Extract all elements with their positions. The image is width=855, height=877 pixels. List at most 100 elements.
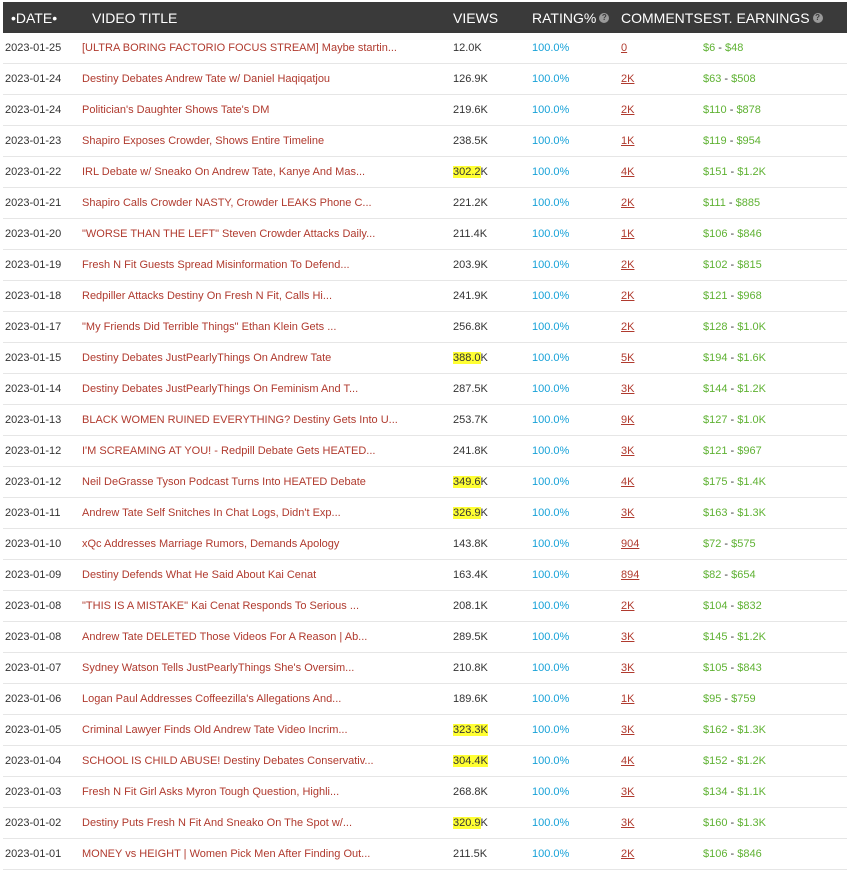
row-comments: 3K (617, 507, 703, 519)
video-title-link[interactable]: Andrew Tate DELETED Those Videos For A R… (80, 631, 448, 643)
comments-link[interactable]: 2K (621, 290, 634, 302)
views-value: 238.5K (453, 135, 488, 147)
comments-link[interactable]: 2K (621, 600, 634, 612)
comments-link[interactable]: 3K (621, 817, 634, 829)
comments-link[interactable]: 2K (621, 197, 634, 209)
video-title-link[interactable]: MONEY vs HEIGHT | Women Pick Men After F… (80, 848, 448, 860)
rating-column-header[interactable]: RATING%? (528, 10, 617, 26)
row-earnings: $95 - $759 (703, 693, 847, 705)
comments-link[interactable]: 4K (621, 476, 634, 488)
video-title-link[interactable]: "My Friends Did Terrible Things" Ethan K… (80, 321, 448, 333)
row-comments: 3K (617, 383, 703, 395)
video-title-link[interactable]: Destiny Defends What He Said About Kai C… (80, 569, 448, 581)
comments-link[interactable]: 904 (621, 538, 639, 550)
views-value: 221.2K (453, 197, 488, 209)
video-title-link[interactable]: Redpiller Attacks Destiny On Fresh N Fit… (80, 290, 448, 302)
help-icon[interactable]: ? (812, 12, 823, 23)
comments-link[interactable]: 3K (621, 786, 634, 798)
video-title-link[interactable]: BLACK WOMEN RUINED EVERYTHING? Destiny G… (80, 414, 448, 426)
comments-link[interactable]: 3K (621, 724, 634, 736)
video-title-link[interactable]: Logan Paul Addresses Coffeezilla's Alleg… (80, 693, 448, 705)
earnings-high: $832 (737, 600, 762, 612)
video-title-link[interactable]: I'M SCREAMING AT YOU! - Redpill Debate G… (80, 445, 448, 457)
comments-link[interactable]: 2K (621, 321, 634, 333)
video-title-link[interactable]: SCHOOL IS CHILD ABUSE! Destiny Debates C… (80, 755, 448, 767)
video-title-link[interactable]: Criminal Lawyer Finds Old Andrew Tate Vi… (80, 724, 448, 736)
comments-link[interactable]: 3K (621, 383, 634, 395)
row-date: 2023-01-18 (5, 290, 62, 302)
row-earnings: $194 - $1.6K (703, 352, 847, 364)
video-title-link[interactable]: Shapiro Exposes Crowder, Shows Entire Ti… (80, 135, 448, 147)
comments-link[interactable]: 1K (621, 228, 634, 240)
earnings-separator: - (727, 600, 738, 612)
video-title-link[interactable]: IRL Debate w/ Sneako On Andrew Tate, Kan… (80, 166, 448, 178)
table-row: 2023-01-13 BLACK WOMEN RUINED EVERYTHING?… (3, 405, 847, 436)
comments-link[interactable]: 2K (621, 848, 634, 860)
comments-link[interactable]: 3K (621, 631, 634, 643)
title-column-header[interactable]: VIDEO TITLE (80, 10, 448, 26)
earnings-high: $967 (737, 445, 762, 457)
video-title-link[interactable]: Fresh N Fit Girl Asks Myron Tough Questi… (80, 786, 448, 798)
comments-link[interactable]: 2K (621, 104, 634, 116)
table-row: 2023-01-04 SCHOOL IS CHILD ABUSE! Destiny… (3, 746, 847, 777)
row-comments: 2K (617, 73, 703, 85)
video-title-link[interactable]: Sydney Watson Tells JustPearlyThings She… (80, 662, 448, 674)
row-views: 126.9K (448, 73, 528, 85)
comments-link[interactable]: 2K (621, 73, 634, 85)
row-date: 2023-01-05 (5, 724, 62, 736)
video-title-link[interactable]: "WORSE THAN THE LEFT" Steven Crowder Att… (80, 228, 448, 240)
earnings-low: $128 (703, 321, 728, 333)
comments-link[interactable]: 1K (621, 693, 634, 705)
views-highlight: 304.4K (453, 755, 488, 767)
video-title-link[interactable]: Destiny Debates JustPearlyThings On Andr… (80, 352, 448, 364)
earnings-high: $508 (731, 73, 756, 85)
row-earnings: $145 - $1.2K (703, 631, 847, 643)
row-comments: 3K (617, 817, 703, 829)
video-title-link[interactable]: Fresh N Fit Guests Spread Misinformation… (80, 259, 448, 271)
row-rating: 100.0% (532, 166, 570, 178)
row-comments: 3K (617, 724, 703, 736)
video-title-link[interactable]: "THIS IS A MISTAKE" Kai Cenat Responds T… (80, 600, 448, 612)
views-value: K (480, 476, 488, 488)
earnings-separator: - (727, 662, 738, 674)
comments-link[interactable]: 0 (621, 42, 627, 54)
video-title-link[interactable]: Neil DeGrasse Tyson Podcast Turns Into H… (80, 476, 448, 488)
video-title-link[interactable]: Destiny Puts Fresh N Fit And Sneako On T… (80, 817, 448, 829)
table-row: 2023-01-17 "My Friends Did Terrible Thing… (3, 312, 847, 343)
table-body: 2023-01-25 [ULTRA BORING FACTORIO FOCUS S… (3, 33, 847, 870)
video-title-link[interactable]: xQc Addresses Marriage Rumors, Demands A… (80, 538, 448, 550)
rating-header-label: RATING% (532, 9, 597, 26)
comments-link[interactable]: 3K (621, 507, 634, 519)
video-title-link[interactable]: Shapiro Calls Crowder NASTY, Crowder LEA… (80, 197, 448, 209)
video-title-link[interactable]: [ULTRA BORING FACTORIO FOCUS STREAM] May… (80, 42, 448, 54)
row-comments: 4K (617, 166, 703, 178)
video-title-link[interactable]: Politician's Daughter Shows Tate's DM (80, 104, 448, 116)
video-title-link[interactable]: Destiny Debates Andrew Tate w/ Daniel Ha… (80, 73, 448, 85)
comments-link[interactable]: 9K (621, 414, 634, 426)
table-row: 2023-01-10 xQc Addresses Marriage Rumors,… (3, 529, 847, 560)
earnings-separator: - (727, 848, 738, 860)
comments-column-header[interactable]: COMMENTS (617, 10, 703, 26)
help-icon[interactable]: ? (599, 12, 610, 23)
comments-link[interactable]: 4K (621, 166, 634, 178)
comments-link[interactable]: 5K (621, 352, 634, 364)
earnings-separator: - (727, 755, 738, 767)
comments-link[interactable]: 2K (621, 259, 634, 271)
comments-link[interactable]: 4K (621, 755, 634, 767)
comments-link[interactable]: 3K (621, 662, 634, 674)
row-date: 2023-01-09 (5, 569, 62, 581)
earnings-separator: - (721, 73, 732, 85)
views-column-header[interactable]: VIEWS (448, 10, 528, 26)
row-views: 268.8K (448, 786, 528, 798)
video-title-link[interactable]: Destiny Debates JustPearlyThings On Femi… (80, 383, 448, 395)
comments-link[interactable]: 894 (621, 569, 639, 581)
earnings-low: $151 (703, 166, 728, 178)
earnings-low: $105 (703, 662, 728, 674)
comments-link[interactable]: 1K (621, 135, 634, 147)
earnings-column-header[interactable]: EST. EARNINGS? (703, 10, 847, 26)
earnings-high: $1.2K (737, 631, 767, 643)
date-column-header[interactable]: •DATE• (3, 10, 80, 26)
row-date: 2023-01-24 (5, 73, 62, 85)
comments-link[interactable]: 3K (621, 445, 634, 457)
video-title-link[interactable]: Andrew Tate Self Snitches In Chat Logs, … (80, 507, 448, 519)
